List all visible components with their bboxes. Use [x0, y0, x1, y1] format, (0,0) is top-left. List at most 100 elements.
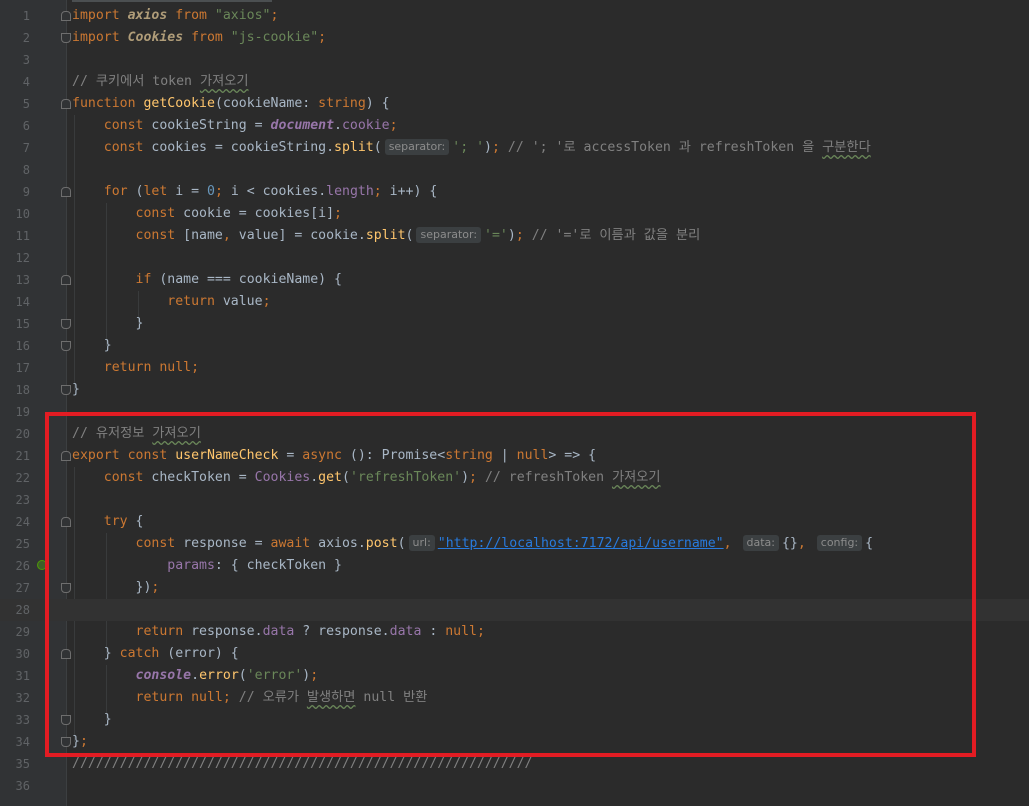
code-text[interactable]: import axios from "axios";: [72, 5, 278, 27]
line-number[interactable]: 8: [0, 159, 30, 181]
line-number[interactable]: 18: [0, 379, 30, 401]
code-token: ;: [262, 294, 271, 309]
code-text[interactable]: return value;: [72, 291, 271, 313]
code-token: (name === cookieName) {: [159, 272, 342, 287]
line-number[interactable]: 4: [0, 71, 30, 93]
line-number[interactable]: 11: [0, 225, 30, 247]
fold-marker-icon[interactable]: [61, 11, 71, 21]
code-line[interactable]: 4 // 쿠키에서 token 가져오기: [0, 71, 1029, 93]
fold-marker-icon[interactable]: [61, 275, 71, 285]
code-token: '; ': [452, 140, 485, 155]
code-line[interactable]: 17 return null;: [0, 357, 1029, 379]
code-line[interactable]: 13 if (name === cookieName) {: [0, 269, 1029, 291]
code-line[interactable]: 9 for (let i = 0; i < cookies.length; i+…: [0, 181, 1029, 203]
code-line[interactable]: 1 import axios from "axios";: [0, 5, 1029, 27]
line-number[interactable]: 35: [0, 753, 30, 775]
code-text[interactable]: }: [72, 313, 144, 335]
code-line[interactable]: 14 return value;: [0, 291, 1029, 313]
line-number[interactable]: 2: [0, 27, 30, 49]
line-number[interactable]: 17: [0, 357, 30, 379]
line-number[interactable]: 28: [0, 599, 30, 621]
fold-marker-icon[interactable]: [61, 341, 71, 351]
code-line[interactable]: 11 const [name, value] = cookie.split(se…: [0, 225, 1029, 247]
code-text[interactable]: const cookieString = document.cookie;: [72, 115, 398, 137]
line-number[interactable]: 7: [0, 137, 30, 159]
line-number[interactable]: 33: [0, 709, 30, 731]
line-number[interactable]: 34: [0, 731, 30, 753]
code-line[interactable]: 12: [0, 247, 1029, 269]
code-editor[interactable]: 1 import axios from "axios"; 2 import Cooki…: [0, 0, 1029, 806]
code-token: ,: [222, 228, 239, 243]
code-line[interactable]: 10 const cookie = cookies[i];: [0, 203, 1029, 225]
code-token: ;: [214, 184, 231, 199]
line-number[interactable]: 23: [0, 489, 30, 511]
fold-marker-icon[interactable]: [61, 385, 71, 395]
fold-marker-icon[interactable]: [61, 99, 71, 109]
fold-marker-icon[interactable]: [61, 33, 71, 43]
line-number[interactable]: 13: [0, 269, 30, 291]
line-number[interactable]: 26: [0, 555, 30, 577]
code-text[interactable]: if (name === cookieName) {: [72, 269, 342, 291]
line-number[interactable]: 1: [0, 5, 30, 27]
code-token: cookieString =: [151, 118, 271, 133]
code-line[interactable]: 8: [0, 159, 1029, 181]
line-number[interactable]: 20: [0, 423, 30, 445]
code-text[interactable]: for (let i = 0; i < cookies.length; i++)…: [72, 181, 438, 203]
code-token: const: [103, 140, 152, 155]
line-number[interactable]: 12: [0, 247, 30, 269]
line-number[interactable]: 9: [0, 181, 30, 203]
line-number[interactable]: 27: [0, 577, 30, 599]
code-text[interactable]: const cookie = cookies[i];: [72, 203, 342, 225]
code-text[interactable]: import Cookies from "js-cookie";: [72, 27, 326, 49]
code-token: 가져오기: [199, 74, 249, 89]
line-number[interactable]: 3: [0, 49, 30, 71]
fold-marker-icon[interactable]: [61, 319, 71, 329]
code-line[interactable]: 15 }: [0, 313, 1029, 335]
code-line[interactable]: 5 function getCookie(cookieName: string) …: [0, 93, 1029, 115]
code-token: 구분한다: [822, 140, 871, 155]
line-number[interactable]: 36: [0, 775, 30, 797]
code-text[interactable]: }: [72, 379, 80, 401]
code-text[interactable]: const [name, value] = cookie.split(separ…: [72, 225, 700, 247]
code-line[interactable]: 16 }: [0, 335, 1029, 357]
line-number[interactable]: 5: [0, 93, 30, 115]
code-text[interactable]: return null;: [72, 357, 199, 379]
line-number[interactable]: 30: [0, 643, 30, 665]
line-number[interactable]: 15: [0, 313, 30, 335]
code-text[interactable]: function getCookie(cookieName: string) {: [72, 93, 390, 115]
code-token: import: [72, 8, 128, 23]
editor-top-border: [72, 0, 272, 2]
code-text[interactable]: }: [72, 335, 112, 357]
code-token: document: [270, 118, 335, 133]
code-line[interactable]: 18}: [0, 379, 1029, 401]
line-number[interactable]: 14: [0, 291, 30, 313]
code-token: ;: [318, 30, 327, 45]
code-line[interactable]: 36: [0, 775, 1029, 797]
line-number[interactable]: 6: [0, 115, 30, 137]
code-text[interactable]: const cookies = cookieString.split(separ…: [72, 137, 871, 159]
code-token: value] = cookie.: [238, 228, 366, 243]
line-number[interactable]: 19: [0, 401, 30, 423]
code-token: ;: [373, 184, 390, 199]
code-line[interactable]: 2 import Cookies from "js-cookie";: [0, 27, 1029, 49]
code-line[interactable]: 7 const cookies = cookieString.split(sep…: [0, 137, 1029, 159]
fold-marker-icon[interactable]: [61, 187, 71, 197]
line-number[interactable]: 24: [0, 511, 30, 533]
line-number[interactable]: 32: [0, 687, 30, 709]
code-token: (: [373, 140, 382, 155]
line-number[interactable]: 10: [0, 203, 30, 225]
code-line[interactable]: 3: [0, 49, 1029, 71]
code-token: cookie = cookies[i]: [183, 206, 335, 221]
line-number[interactable]: 16: [0, 335, 30, 357]
line-number[interactable]: 29: [0, 621, 30, 643]
line-number[interactable]: 21: [0, 445, 30, 467]
code-line[interactable]: 6 const cookieString = document.cookie;: [0, 115, 1029, 137]
line-number[interactable]: 22: [0, 467, 30, 489]
code-token: }: [72, 382, 80, 397]
code-text[interactable]: // 쿠키에서 token 가져오기: [72, 71, 248, 93]
line-number[interactable]: 25: [0, 533, 30, 555]
line-number[interactable]: 31: [0, 665, 30, 687]
code-token: split: [365, 228, 406, 243]
